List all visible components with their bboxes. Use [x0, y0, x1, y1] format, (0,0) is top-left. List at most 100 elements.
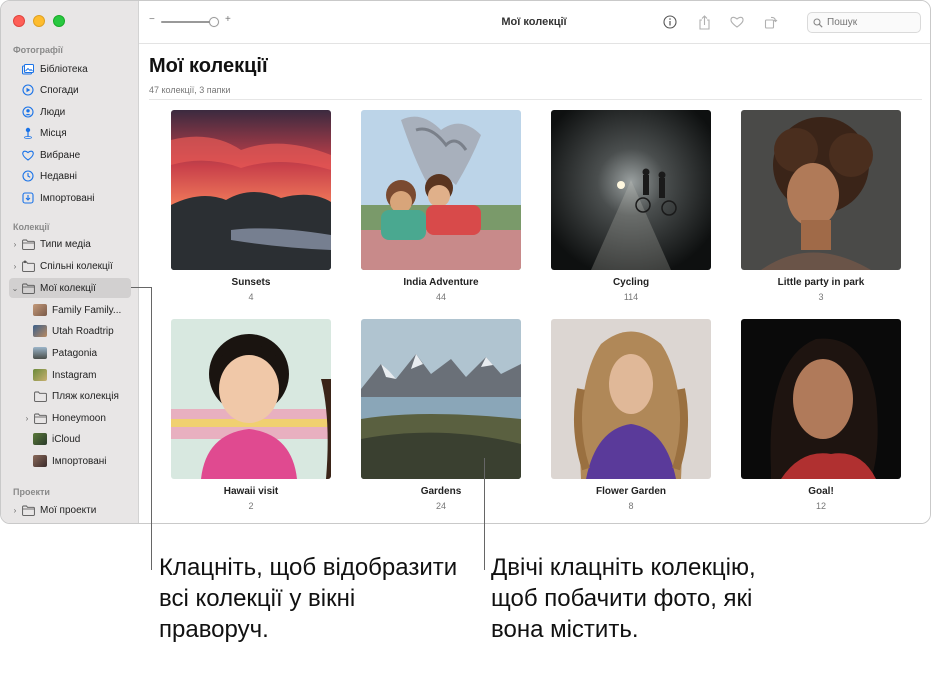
sidebar-item-memories[interactable]: Спогади: [9, 80, 131, 100]
sidebar-item-label: Люди: [40, 106, 66, 118]
zoom-out-icon[interactable]: −: [149, 14, 155, 25]
slider-track[interactable]: [161, 21, 216, 23]
sidebar-album-patagonia[interactable]: Patagonia: [9, 343, 131, 363]
sidebar-item-label: Мої проекти: [40, 504, 97, 516]
sidebar-item-label: Імпортовані: [52, 455, 107, 467]
sidebar-album-family[interactable]: Family Family...: [9, 300, 131, 320]
album-count: 24: [435, 501, 446, 511]
sidebar-item-favorites[interactable]: Вибране: [9, 145, 131, 165]
sidebar-item-label: Honeymoon: [52, 412, 106, 424]
search-field[interactable]: [807, 12, 921, 33]
album-thumbnail[interactable]: [361, 110, 521, 270]
sidebar-item-places[interactable]: Місця: [9, 123, 131, 143]
chevron-right-icon[interactable]: ›: [11, 506, 19, 515]
album-thumbnail-icon: [33, 368, 47, 382]
clock-icon: [21, 169, 35, 183]
album-thumbnail[interactable]: [171, 110, 331, 270]
slider-knob[interactable]: [209, 17, 219, 27]
sidebar-item-shared-collections[interactable]: › Спільні колекції: [9, 256, 131, 276]
sidebar-section-photos: Фотографії: [13, 45, 63, 55]
album-thumbnail[interactable]: [551, 319, 711, 479]
album-name: Cycling: [612, 277, 650, 288]
favorite-heart-icon[interactable]: [729, 14, 745, 30]
sidebar-item-label: Instagram: [52, 369, 97, 381]
toolbar: − + Мої колекції: [139, 1, 930, 44]
sidebar-item-label: Бібліотека: [40, 63, 88, 75]
sidebar-item-label: Місця: [40, 127, 67, 139]
album-card-little-party[interactable]: Little party in park 3: [741, 110, 901, 302]
people-icon: [21, 105, 35, 119]
album-thumbnail[interactable]: [171, 319, 331, 479]
album-thumbnail[interactable]: [551, 110, 711, 270]
album-name: Goal!: [808, 486, 834, 497]
album-card-goal[interactable]: Goal! 12: [741, 319, 901, 511]
library-icon: [21, 62, 35, 76]
album-count: 44: [435, 292, 446, 302]
album-count: 12: [815, 501, 826, 511]
sidebar-item-media-types[interactable]: › Типи медіа: [9, 234, 131, 254]
sidebar-album-imported[interactable]: Імпортовані: [9, 451, 131, 471]
chevron-right-icon[interactable]: ›: [23, 414, 31, 423]
album-thumbnail[interactable]: [741, 110, 901, 270]
sidebar-item-recents[interactable]: Недавні: [9, 166, 131, 186]
album-card-cycling[interactable]: Cycling 114: [551, 110, 711, 302]
minimize-button[interactable]: [33, 15, 45, 27]
album-count: 8: [628, 501, 634, 511]
sidebar-item-label: Спільні колекції: [40, 260, 113, 272]
album-thumbnail[interactable]: [741, 319, 901, 479]
page-title: Мої колекції: [149, 55, 268, 77]
album-card-gardens[interactable]: Gardens 24: [361, 319, 521, 511]
callout-line-left-horizontal: [131, 287, 152, 288]
callout-left-text: Клацніть, щоб відобразити всі колекції у…: [159, 554, 458, 643]
chevron-right-icon[interactable]: ›: [11, 262, 19, 271]
zoom-button[interactable]: [53, 15, 65, 27]
sidebar-item-label: Імпортовані: [40, 192, 95, 204]
search-input[interactable]: [827, 17, 917, 28]
album-thumbnail-icon: [33, 324, 47, 338]
album-card-sunsets[interactable]: Sunsets 4: [171, 110, 331, 302]
rotate-icon[interactable]: [763, 14, 779, 30]
sidebar-album-instagram[interactable]: Instagram: [9, 365, 131, 385]
sidebar: Фотографії Бібліотека Спогади Люди Місця: [1, 1, 139, 523]
album-thumbnail-icon: [33, 432, 47, 446]
sidebar-album-icloud[interactable]: iCloud: [9, 429, 131, 449]
close-button[interactable]: [13, 15, 25, 27]
page-subtitle: 47 колекції, 3 папки: [149, 85, 231, 95]
callout-right-text: Двічі клацніть колекцію, щоб побачити фо…: [491, 554, 756, 643]
album-thumbnail[interactable]: [361, 319, 521, 479]
chevron-right-icon[interactable]: ›: [11, 240, 19, 249]
zoom-slider[interactable]: − +: [149, 14, 231, 28]
sidebar-item-label: Вибране: [40, 149, 81, 161]
sidebar-item-my-projects[interactable]: › Мої проекти: [9, 500, 131, 520]
places-icon: [21, 126, 35, 140]
sidebar-item-my-collections[interactable]: ⌄ Мої колекції: [9, 278, 131, 298]
info-icon[interactable]: [662, 14, 678, 30]
window-controls: [13, 15, 65, 27]
sidebar-section-collections: Колекції: [13, 222, 50, 232]
album-card-flower-garden[interactable]: Flower Garden 8: [551, 319, 711, 511]
sidebar-item-people[interactable]: Люди: [9, 102, 131, 122]
memories-icon: [21, 83, 35, 97]
sidebar-section-projects: Проекти: [13, 487, 50, 497]
sidebar-item-label: Family Family...: [52, 304, 122, 316]
sidebar-item-label: iCloud: [52, 433, 81, 445]
sidebar-item-label: Типи медіа: [40, 238, 91, 250]
sidebar-item-label: Utah Roadtrip: [52, 325, 114, 337]
sidebar-album-utah-roadtrip[interactable]: Utah Roadtrip: [9, 321, 131, 341]
folder-icon: [21, 237, 35, 251]
album-count: 4: [248, 292, 254, 302]
search-icon: [813, 17, 823, 28]
zoom-in-icon[interactable]: +: [225, 14, 231, 25]
chevron-down-icon[interactable]: ⌄: [11, 284, 19, 293]
sidebar-album-honeymoon[interactable]: › Honeymoon: [9, 408, 131, 428]
album-card-hawaii-visit[interactable]: Hawaii visit 2: [171, 319, 331, 511]
heart-icon: [21, 148, 35, 162]
sidebar-item-library[interactable]: Бібліотека: [9, 59, 131, 79]
sidebar-album-beach[interactable]: Пляж колекція: [9, 386, 131, 406]
import-icon: [21, 191, 35, 205]
album-card-india-adventure[interactable]: India Adventure 44: [361, 110, 521, 302]
callout-line-left-vertical: [151, 287, 152, 570]
album-count: 114: [623, 292, 639, 302]
sidebar-item-imported[interactable]: Імпортовані: [9, 188, 131, 208]
share-icon[interactable]: [696, 14, 712, 30]
